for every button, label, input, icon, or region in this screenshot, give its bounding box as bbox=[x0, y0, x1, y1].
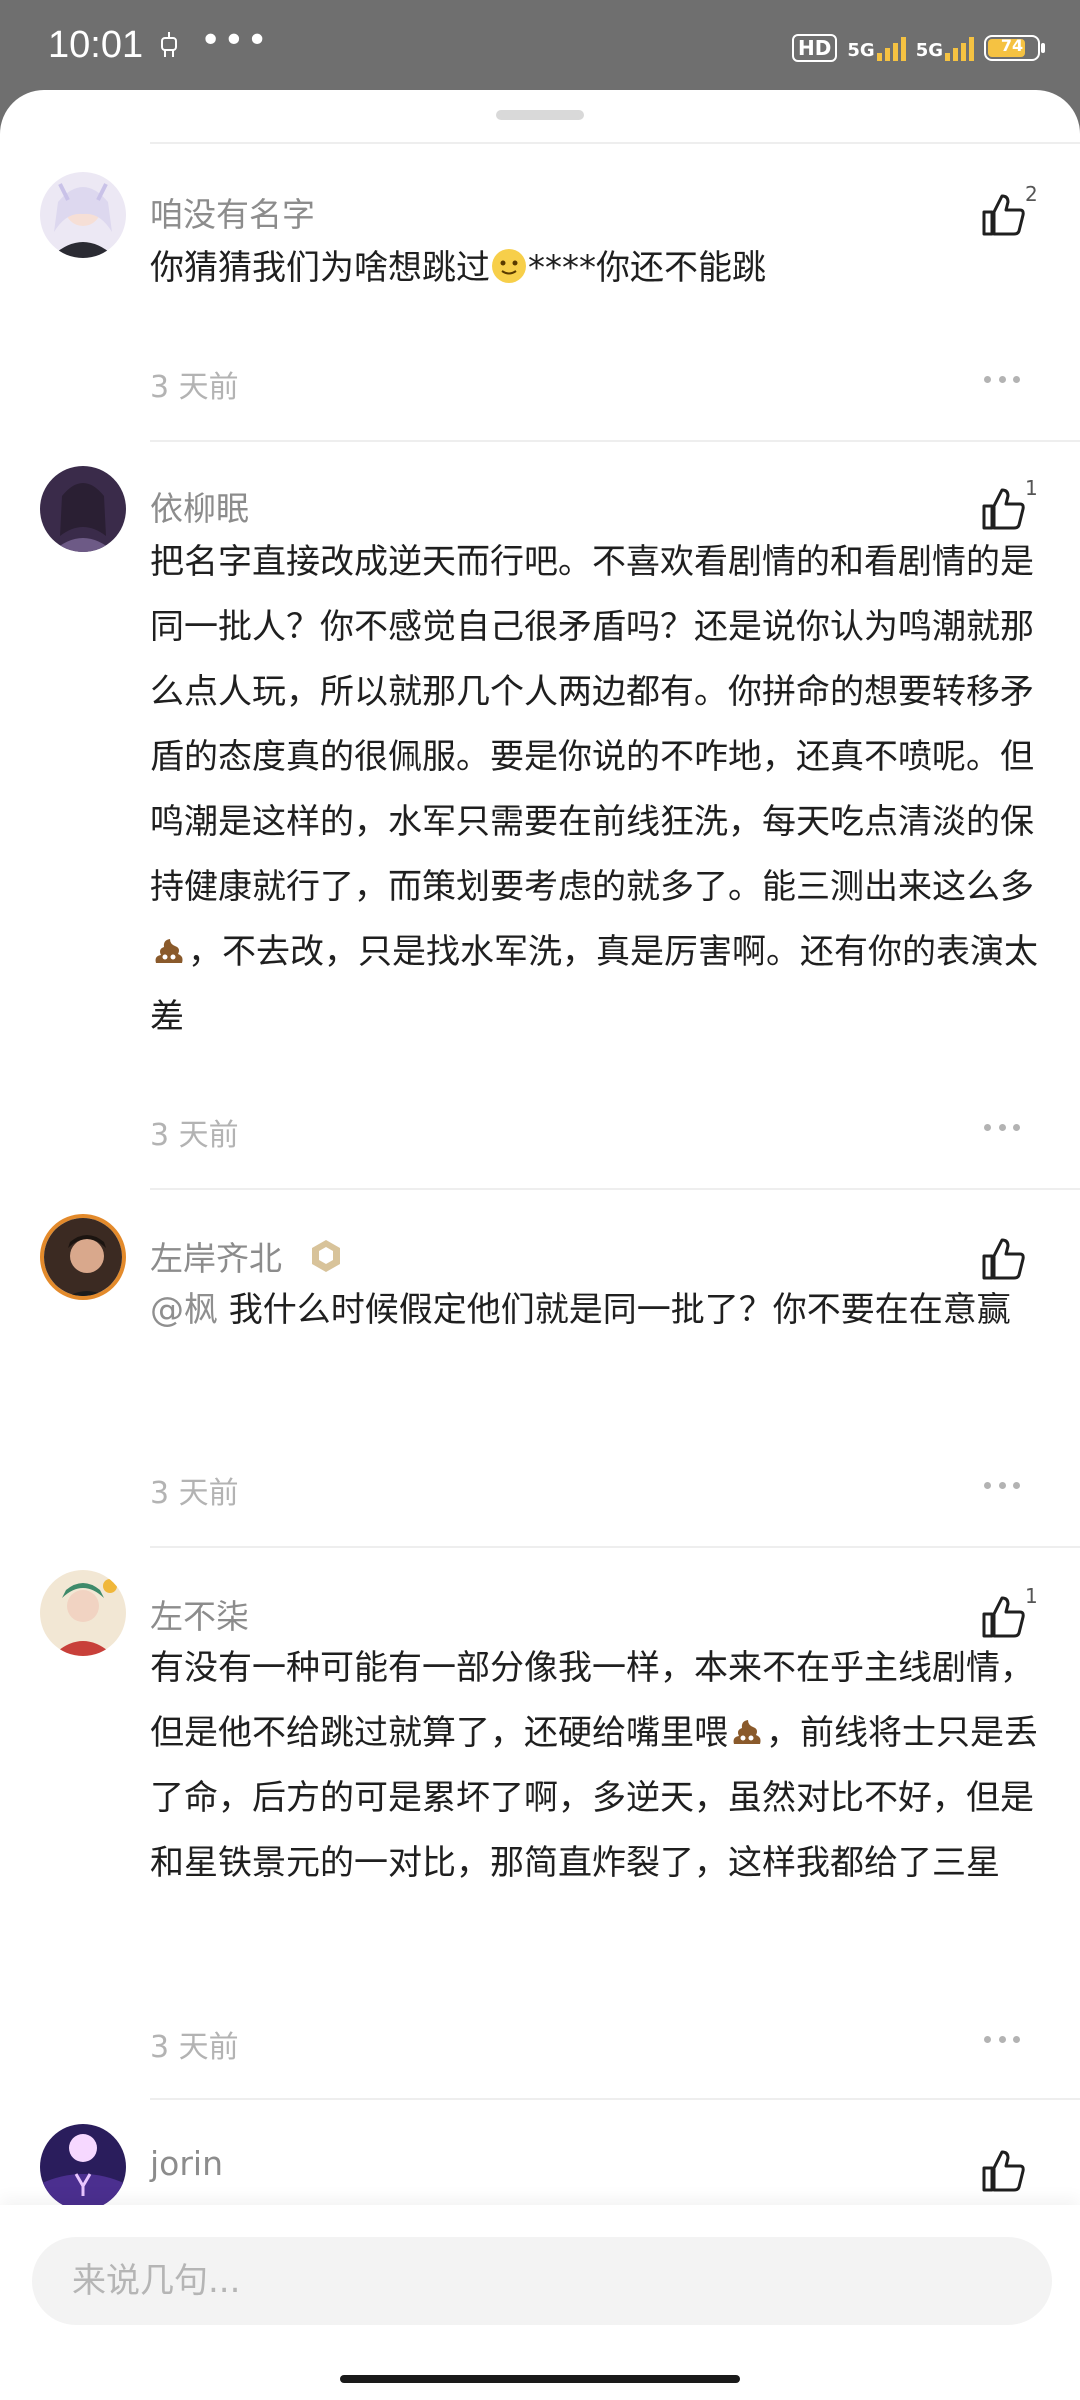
like-button[interactable] bbox=[978, 484, 1028, 534]
avatar[interactable] bbox=[40, 2124, 126, 2210]
comment-text: 有没有一种可能有一部分像我一样，本来不在乎主线剧情，但是他不给跳过就算了，还硬给… bbox=[150, 1648, 1038, 1883]
signal-bars-icon bbox=[945, 35, 974, 61]
drag-handle[interactable] bbox=[496, 110, 584, 120]
username[interactable]: jorin bbox=[150, 2144, 223, 2183]
avatar[interactable] bbox=[40, 466, 126, 552]
username[interactable]: 咱没有名字 bbox=[150, 188, 315, 236]
like-count: 1 bbox=[1025, 1584, 1038, 1608]
home-indicator[interactable] bbox=[340, 2375, 740, 2383]
like-count: 2 bbox=[1025, 182, 1038, 206]
avatar[interactable] bbox=[40, 1214, 126, 1300]
comments-sheet: 咱没有名字 2 你猜猜我们为啥想跳过 ****你还不能跳 3 天前 依柳眠 1 把… bbox=[0, 90, 1080, 2400]
poop-emoji-icon bbox=[155, 939, 183, 963]
divider bbox=[150, 1188, 1080, 1190]
comment-time: 3 天前 bbox=[150, 2030, 239, 2065]
thumbs-up-icon bbox=[982, 1596, 1025, 1638]
avatar[interactable] bbox=[40, 1570, 126, 1656]
more-options-icon[interactable] bbox=[984, 2036, 1020, 2048]
status-indicators: HD 5G 5G 74 bbox=[792, 26, 1045, 70]
signal-2: 5G bbox=[916, 35, 974, 61]
mention-link[interactable]: @枫 bbox=[150, 1290, 218, 1330]
more-notifications-icon: ••• bbox=[200, 20, 270, 61]
verified-badge-icon bbox=[312, 1240, 340, 1272]
like-button[interactable] bbox=[978, 2146, 1028, 2196]
thumbs-up-icon bbox=[982, 1238, 1025, 1280]
comment-input[interactable] bbox=[32, 2237, 1052, 2325]
comment-time: 3 天前 bbox=[150, 370, 239, 405]
avatar[interactable] bbox=[40, 172, 126, 258]
username[interactable]: 依柳眠 bbox=[150, 482, 249, 530]
comment-time: 3 天前 bbox=[150, 1118, 239, 1153]
poop-emoji-icon bbox=[733, 1720, 761, 1744]
like-count: 1 bbox=[1025, 476, 1038, 500]
battery-icon: 74 bbox=[984, 35, 1045, 61]
like-button[interactable] bbox=[978, 1234, 1028, 1284]
comment-text: 把名字直接改成逆天而行吧。不喜欢看剧情的和看剧情的是同一批人？你不感觉自己很矛盾… bbox=[150, 542, 1038, 1037]
signal-bars-icon bbox=[876, 35, 906, 61]
robot-icon bbox=[158, 30, 180, 67]
status-time: 10:01 bbox=[48, 24, 144, 66]
more-options-icon[interactable] bbox=[984, 1124, 1020, 1136]
comment-text: 你猜猜我们为啥想跳过 ****你还不能跳 bbox=[150, 248, 766, 288]
comment-text: @枫 我什么时候假定他们就是同一批了？你不要在在意赢 bbox=[150, 1290, 1011, 1330]
divider bbox=[150, 1546, 1080, 1548]
signal-1: 5G bbox=[847, 35, 906, 61]
thumbs-up-icon bbox=[982, 194, 1025, 236]
like-button[interactable] bbox=[978, 190, 1028, 240]
thumbs-up-icon bbox=[982, 2150, 1025, 2192]
more-options-icon[interactable] bbox=[984, 376, 1020, 388]
username[interactable]: 左岸齐北 bbox=[150, 1232, 282, 1280]
more-options-icon[interactable] bbox=[984, 1482, 1020, 1494]
hd-icon: HD bbox=[792, 34, 838, 62]
divider bbox=[150, 440, 1080, 442]
divider bbox=[150, 2098, 1080, 2100]
smiley-emoji-icon bbox=[492, 249, 526, 283]
status-bar: 10:01 ••• HD 5G 5G 74 bbox=[0, 0, 1080, 96]
thumbs-up-icon bbox=[982, 488, 1025, 530]
like-button[interactable] bbox=[978, 1592, 1028, 1642]
comment-input-bar bbox=[0, 2205, 1080, 2400]
divider bbox=[150, 142, 1080, 144]
username[interactable]: 左不柒 bbox=[150, 1590, 249, 1638]
comment-time: 3 天前 bbox=[150, 1476, 239, 1511]
